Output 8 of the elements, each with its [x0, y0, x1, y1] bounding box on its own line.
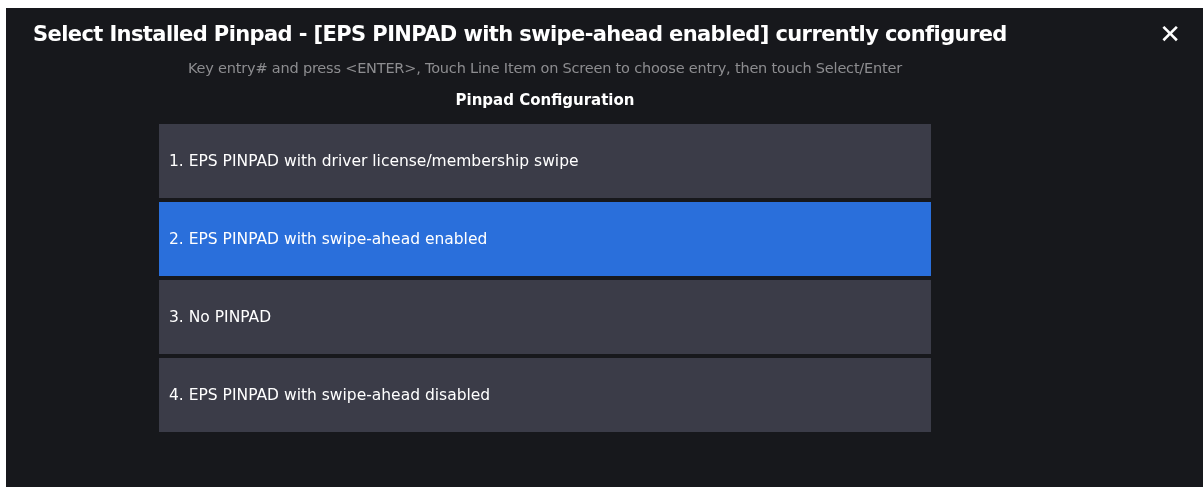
list-item[interactable]: 4. EPS PINPAD with swipe-ahead disabled — [159, 358, 931, 432]
close-button[interactable]: ✕ — [1155, 19, 1185, 49]
list-item[interactable]: 1. EPS PINPAD with driver license/membership swipe — [159, 124, 931, 198]
list-heading: Pinpad Configuration — [455, 91, 635, 109]
list-item[interactable]: 3. No PINPAD — [159, 280, 931, 354]
window-title: Select Installed Pinpad - [EPS PINPAD with swipe-ahead enabled] currently configured — [33, 22, 1007, 46]
list-item[interactable]: 2. EPS PINPAD with swipe-ahead enabled — [159, 202, 931, 276]
instructions: Key entry# and press <ENTER>, Touch Line Item on Screen to choose entry, then touch Select/Enter — [188, 60, 902, 76]
